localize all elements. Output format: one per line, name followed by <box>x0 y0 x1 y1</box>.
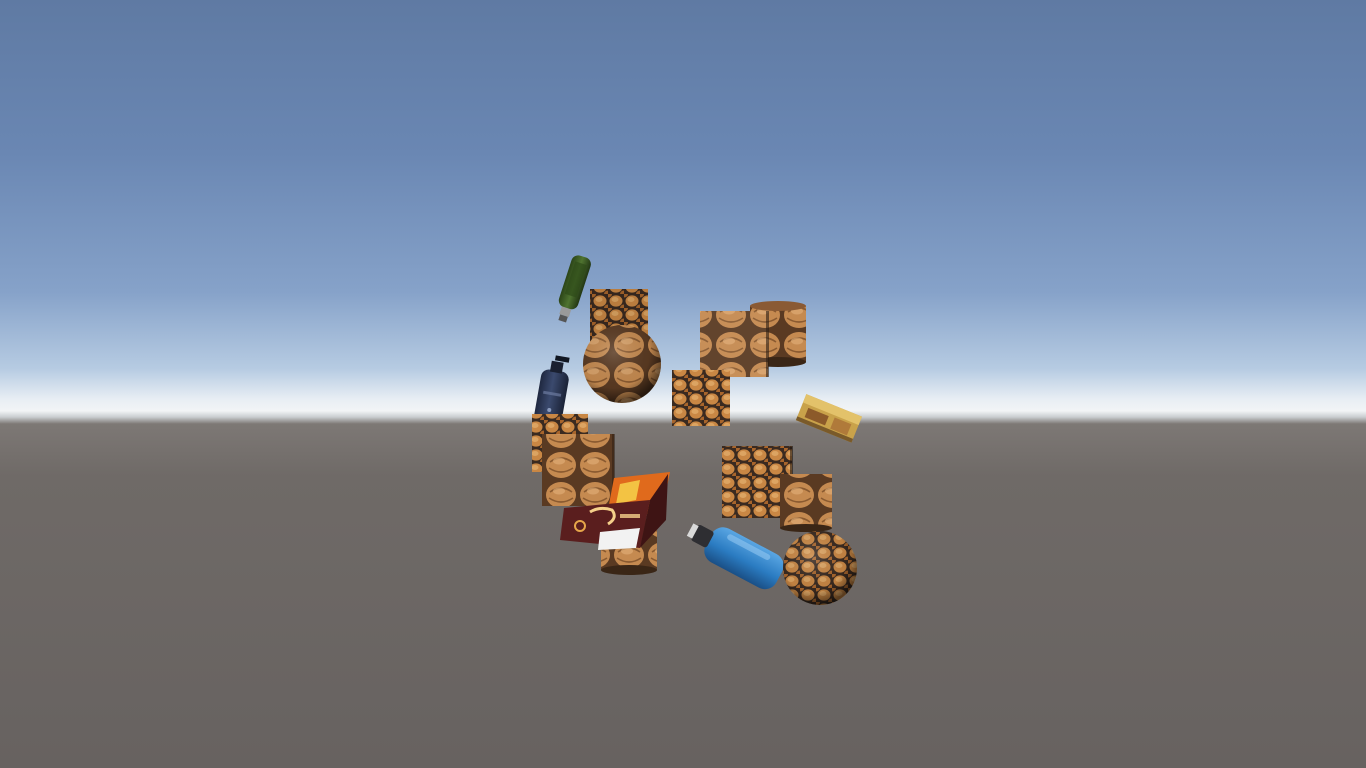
nut-cube[interactable] <box>700 311 769 377</box>
nut-cube[interactable] <box>542 434 615 506</box>
game-viewport[interactable] <box>0 0 1366 768</box>
blue-bottle[interactable] <box>681 513 788 594</box>
nut-cube[interactable] <box>672 370 730 426</box>
green-bottle[interactable] <box>553 254 593 325</box>
nut-cylinder[interactable] <box>780 474 832 532</box>
nut-sphere[interactable] <box>783 531 857 605</box>
nut-sphere[interactable] <box>583 325 661 403</box>
small-gold-box[interactable] <box>795 394 862 443</box>
3d-scene <box>532 254 862 605</box>
